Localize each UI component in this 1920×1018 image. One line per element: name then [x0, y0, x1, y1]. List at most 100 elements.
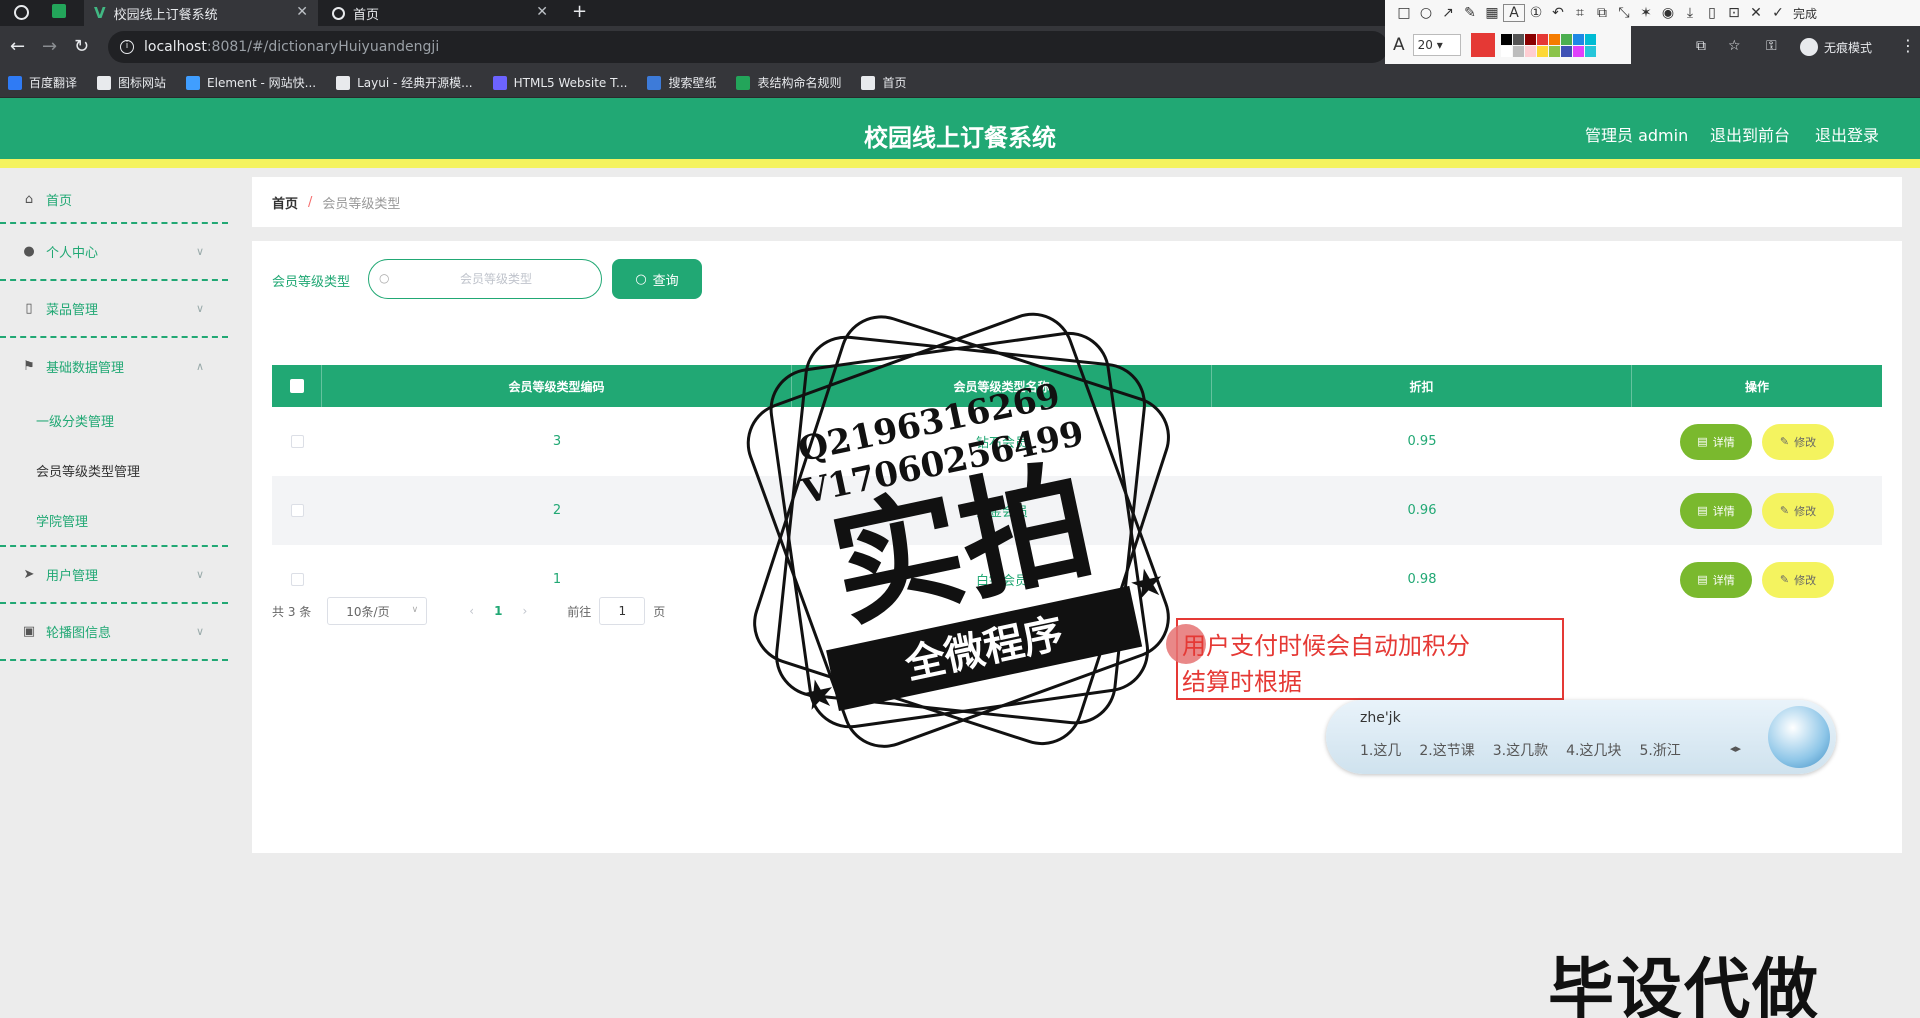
translate-icon[interactable]: ⧉: [1696, 38, 1706, 54]
browser-tab[interactable]: 首页 ✕: [322, 0, 558, 26]
back-arrow-icon[interactable]: ←: [10, 36, 25, 57]
palette-swatch[interactable]: [1500, 33, 1512, 45]
row-checkbox[interactable]: [290, 504, 304, 517]
pinned-tab-icon[interactable]: [14, 5, 29, 20]
palette-swatch[interactable]: [1548, 33, 1560, 45]
goto-page-input[interactable]: [599, 597, 646, 625]
palette-swatch[interactable]: [1536, 45, 1548, 57]
browser-menu-icon[interactable]: ⋮: [1900, 36, 1916, 55]
page-size-select[interactable]: 10条/页 ∨: [327, 597, 428, 625]
palette-swatch[interactable]: [1572, 33, 1584, 45]
detail-button[interactable]: ▤ 详情: [1680, 492, 1752, 529]
exit-to-front-link[interactable]: 退出到前台: [1710, 122, 1790, 146]
palette-swatch[interactable]: [1572, 45, 1584, 57]
breadcrumb-home[interactable]: 首页: [272, 193, 298, 212]
sidebar-item-dishes[interactable]: ▯ 菜品管理 ∨: [0, 281, 228, 338]
ime-candidate[interactable]: 4.这几块: [1566, 740, 1621, 760]
edit-button[interactable]: ✎ 修改: [1762, 561, 1834, 598]
detail-button[interactable]: ▤ 详情: [1680, 561, 1752, 598]
bookmark-item[interactable]: 百度翻译: [8, 74, 77, 91]
search-button[interactable]: ○ 查询: [612, 259, 702, 299]
sidebar-item-carousel[interactable]: ▣ 轮播图信息 ∨: [0, 604, 228, 661]
palette-swatch[interactable]: [1512, 33, 1524, 45]
logout-link[interactable]: 退出登录: [1815, 122, 1879, 146]
new-tab-button[interactable]: +: [572, 1, 587, 22]
key-icon[interactable]: ⚿: [1766, 38, 1777, 54]
palette-swatch[interactable]: [1584, 45, 1596, 57]
ime-page-arrows-icon[interactable]: ◂▸: [1730, 742, 1741, 755]
row-checkbox[interactable]: [290, 435, 304, 448]
phone-icon[interactable]: ▯: [1701, 5, 1723, 21]
palette-swatch[interactable]: [1560, 45, 1572, 57]
url-field[interactable]: i localhost:8081/#/dictionaryHuiyuandeng…: [108, 31, 1388, 63]
palette-swatch[interactable]: [1560, 33, 1572, 45]
palette-swatch[interactable]: [1524, 33, 1536, 45]
download-icon[interactable]: ⤓: [1679, 5, 1701, 21]
edit-button[interactable]: ✎ 修改: [1762, 492, 1834, 529]
close-tab-icon[interactable]: ✕: [536, 4, 548, 20]
forward-arrow-icon[interactable]: →: [42, 36, 57, 57]
bookmark-item[interactable]: 表结构命名规则: [736, 74, 841, 91]
annotation-note-text[interactable]: 用户支付时候会自动加积分 结算时根据: [1182, 628, 1470, 700]
sidebar-item-personal[interactable]: ● 个人中心 ∨: [0, 224, 228, 281]
bookmark-tool-icon[interactable]: ⊡: [1723, 5, 1745, 21]
sidebar-item-users[interactable]: ➤ 用户管理 ∨: [0, 547, 228, 604]
arrow-tool-icon[interactable]: ↗: [1437, 5, 1459, 21]
info-icon[interactable]: i: [120, 40, 134, 54]
color-palette[interactable]: [1500, 33, 1596, 57]
pinned-tab-sheet-icon[interactable]: [52, 4, 66, 18]
ime-candidate[interactable]: 5.浙江: [1639, 740, 1680, 760]
row-checkbox[interactable]: [290, 573, 304, 586]
font-size-select[interactable]: 20 ▾: [1412, 34, 1461, 56]
close-tab-icon[interactable]: ✕: [296, 4, 308, 20]
palette-swatch[interactable]: [1548, 45, 1560, 57]
palette-swatch[interactable]: [1524, 45, 1536, 57]
current-color-swatch[interactable]: [1470, 33, 1495, 57]
done-button[interactable]: 完成: [1793, 5, 1817, 22]
sidebar-subitem-category[interactable]: 一级分类管理: [0, 395, 228, 445]
close-icon[interactable]: ✕: [1745, 5, 1767, 21]
bookmark-item[interactable]: 首页: [861, 74, 907, 91]
bookmark-item[interactable]: HTML5 Website T...: [492, 75, 627, 90]
number-tool-icon[interactable]: ①: [1525, 5, 1547, 21]
detail-button[interactable]: ▤ 详情: [1680, 423, 1752, 460]
edit-button[interactable]: ✎ 修改: [1762, 423, 1834, 460]
page-suffix: 页: [653, 604, 666, 619]
sidebar-item-basic[interactable]: ⚑ 基础数据管理 ∧: [0, 338, 228, 395]
rectangle-tool-icon[interactable]: □: [1393, 5, 1415, 21]
reload-icon[interactable]: ↻: [74, 36, 89, 57]
ime-candidate[interactable]: 3.这几款: [1493, 740, 1548, 760]
pin-tool-icon[interactable]: ✶: [1635, 5, 1657, 21]
ime-candidate[interactable]: 2.这节课: [1419, 740, 1474, 760]
palette-swatch[interactable]: [1512, 45, 1524, 57]
mosaic-tool-icon[interactable]: ▦: [1481, 5, 1503, 21]
browser-tab-active[interactable]: V 校园线上订餐系统 ✕: [84, 0, 318, 26]
text-tool-icon[interactable]: A: [1503, 4, 1525, 22]
bookmark-item[interactable]: Layui - 经典开源模...: [336, 74, 473, 91]
sidebar-item-home[interactable]: ⌂ 首页: [0, 177, 228, 224]
palette-swatch[interactable]: [1536, 33, 1548, 45]
check-icon[interactable]: ✓: [1767, 5, 1789, 21]
prev-page-icon[interactable]: ‹: [469, 604, 474, 618]
select-all-checkbox[interactable]: [289, 379, 304, 393]
bookmark-item[interactable]: 搜索壁纸: [647, 74, 716, 91]
sidebar-subitem-member-level[interactable]: 会员等级类型管理: [0, 445, 228, 495]
next-page-icon[interactable]: ›: [522, 604, 527, 618]
search-input[interactable]: [401, 268, 591, 290]
bookmark-item[interactable]: 图标网站: [97, 74, 166, 91]
star-icon[interactable]: ☆: [1728, 38, 1741, 54]
copy-icon[interactable]: ⧉: [1591, 5, 1613, 21]
incognito-indicator[interactable]: 无痕模式: [1800, 38, 1872, 56]
crop-tool-icon[interactable]: ⌗: [1569, 5, 1591, 21]
palette-swatch[interactable]: [1584, 33, 1596, 45]
ime-candidate[interactable]: 1.这几: [1360, 740, 1401, 760]
sidebar-subitem-college[interactable]: 学院管理: [0, 495, 228, 545]
palette-swatch[interactable]: [1500, 45, 1512, 57]
scale-tool-icon[interactable]: ⤡: [1613, 5, 1635, 21]
ellipse-tool-icon[interactable]: ○: [1415, 5, 1437, 21]
pen-tool-icon[interactable]: ✎: [1459, 5, 1481, 21]
page-number-current[interactable]: 1: [494, 604, 502, 618]
bookmark-item[interactable]: Element - 网站快...: [186, 74, 316, 91]
undo-icon[interactable]: ↶: [1547, 5, 1569, 21]
record-icon[interactable]: ◉: [1657, 5, 1679, 21]
